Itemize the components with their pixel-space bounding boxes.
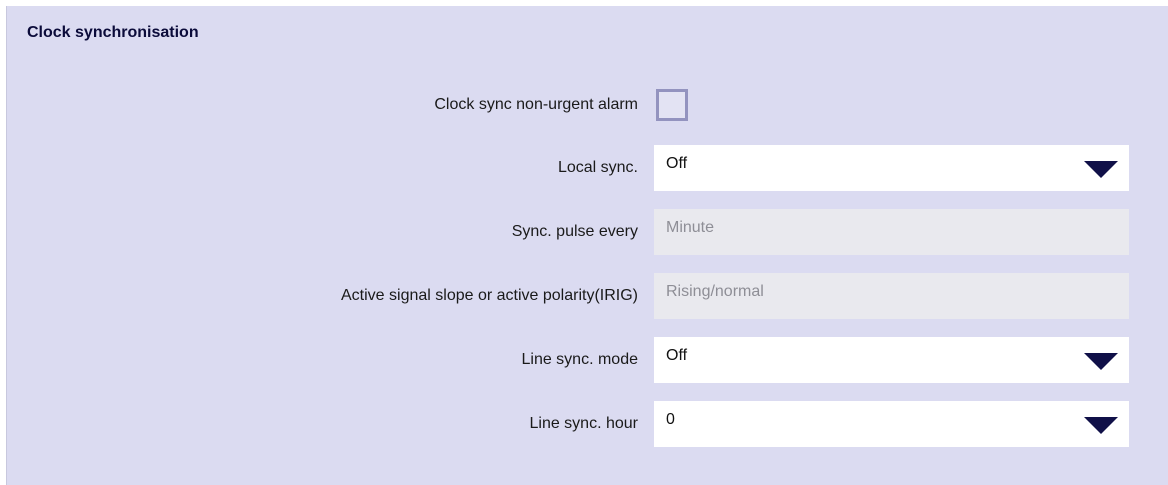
local-sync-value: Off	[666, 155, 688, 172]
sync-pulse-value: Minute	[666, 219, 715, 236]
row-signal-slope: Active signal slope or active polarity(I…	[7, 273, 1168, 319]
line-sync-mode-value: Off	[666, 347, 688, 364]
line-sync-hour-select[interactable]: 0	[654, 401, 1129, 447]
section-title: Clock synchronisation	[27, 24, 199, 41]
line-sync-hour-label: Line sync. hour	[529, 415, 638, 432]
signal-slope-label: Active signal slope or active polarity(I…	[341, 287, 638, 304]
row-line-sync-hour: Line sync. hour 0	[7, 401, 1168, 447]
clock-sync-panel: Clock synchronisation Clock sync non-urg…	[6, 6, 1168, 485]
line-sync-hour-value: 0	[666, 411, 675, 428]
non-urgent-alarm-checkbox[interactable]	[656, 89, 688, 121]
non-urgent-alarm-label: Clock sync non-urgent alarm	[434, 96, 638, 113]
signal-slope-value: Rising/normal	[666, 283, 764, 300]
line-sync-mode-select[interactable]: Off	[654, 337, 1129, 383]
chevron-down-icon[interactable]	[1084, 353, 1118, 370]
sync-pulse-label: Sync. pulse every	[511, 223, 638, 240]
line-sync-mode-label: Line sync. mode	[521, 351, 638, 368]
chevron-down-icon[interactable]	[1084, 161, 1118, 178]
local-sync-label: Local sync.	[557, 159, 638, 176]
row-non-urgent-alarm: Clock sync non-urgent alarm	[7, 82, 1168, 128]
local-sync-select[interactable]: Off	[654, 145, 1129, 191]
row-local-sync: Local sync. Off	[7, 145, 1168, 191]
row-line-sync-mode: Line sync. mode Off	[7, 337, 1168, 383]
sync-pulse-field: Minute	[654, 209, 1129, 255]
chevron-down-icon[interactable]	[1084, 417, 1118, 434]
signal-slope-field: Rising/normal	[654, 273, 1129, 319]
row-sync-pulse: Sync. pulse every Minute	[7, 209, 1168, 255]
